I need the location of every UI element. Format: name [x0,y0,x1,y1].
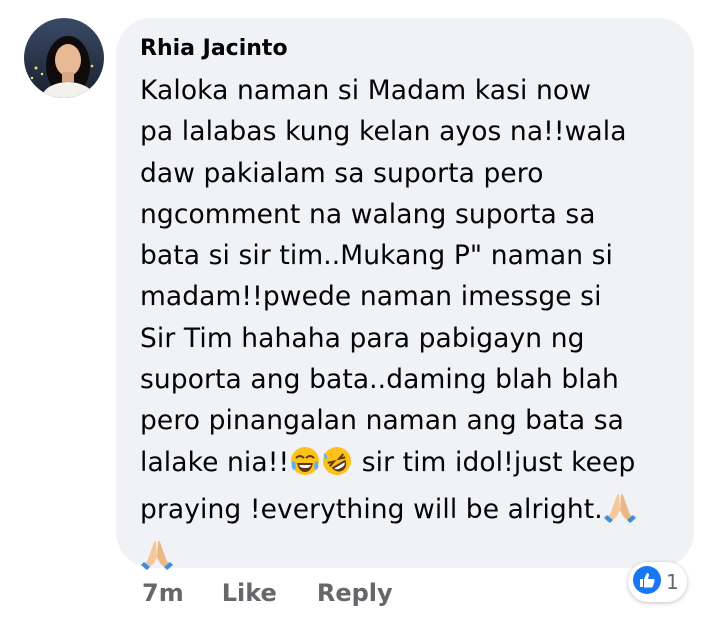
comment-line: Sir Tim hahaha para pabigayn ng [140,322,585,354]
reaction-summary[interactable]: 1 [628,562,687,602]
avatar[interactable] [24,18,104,98]
face-with-tears-of-joy-icon [289,445,321,489]
comment-line: lalake nia!! sir tim idol!just keep [140,446,636,478]
comment-bubble: Rhia Jacinto Kaloka naman si Madam kasi … [116,18,694,571]
comment-line: praying !everything will be alright. [140,493,637,525]
comment-line: pa lalabas kung kelan ayos na!!wala [140,116,627,148]
comment-line: madam!!pwede naman imessge si [140,281,602,313]
comment-line: pero pinangalan naman ang bata sa [140,405,625,437]
comment-actions: 7m Like Reply [142,575,433,611]
comment-line-part: sir tim idol!just keep [353,446,636,478]
rolling-on-floor-laughing-icon [321,445,353,489]
reaction-count: 1 [666,570,679,594]
comment-line: suporta ang bata..daming blah blah [140,364,619,396]
comment-line: Kaloka naman si Madam kasi now [140,75,591,106]
like-button[interactable]: Like [222,579,277,607]
comment-line-part: lalake nia!! [140,446,290,478]
folded-hands-icon [603,490,637,536]
comment-text: Kaloka naman si Madam kasi now pa lalaba… [140,70,674,584]
comment-line: ngcomment na walang suporta sa [140,198,596,230]
reply-button[interactable]: Reply [317,579,393,607]
comment-author[interactable]: Rhia Jacinto [140,34,674,64]
comment-line [140,541,174,572]
comment-line: bata si sir tim..Mukang P" naman si [140,240,613,272]
comment-line: daw pakialam sa suporta pero [140,157,544,189]
comment-line-part: praying !everything will be alright. [140,493,603,525]
timestamp[interactable]: 7m [142,579,184,607]
like-icon [632,565,662,599]
